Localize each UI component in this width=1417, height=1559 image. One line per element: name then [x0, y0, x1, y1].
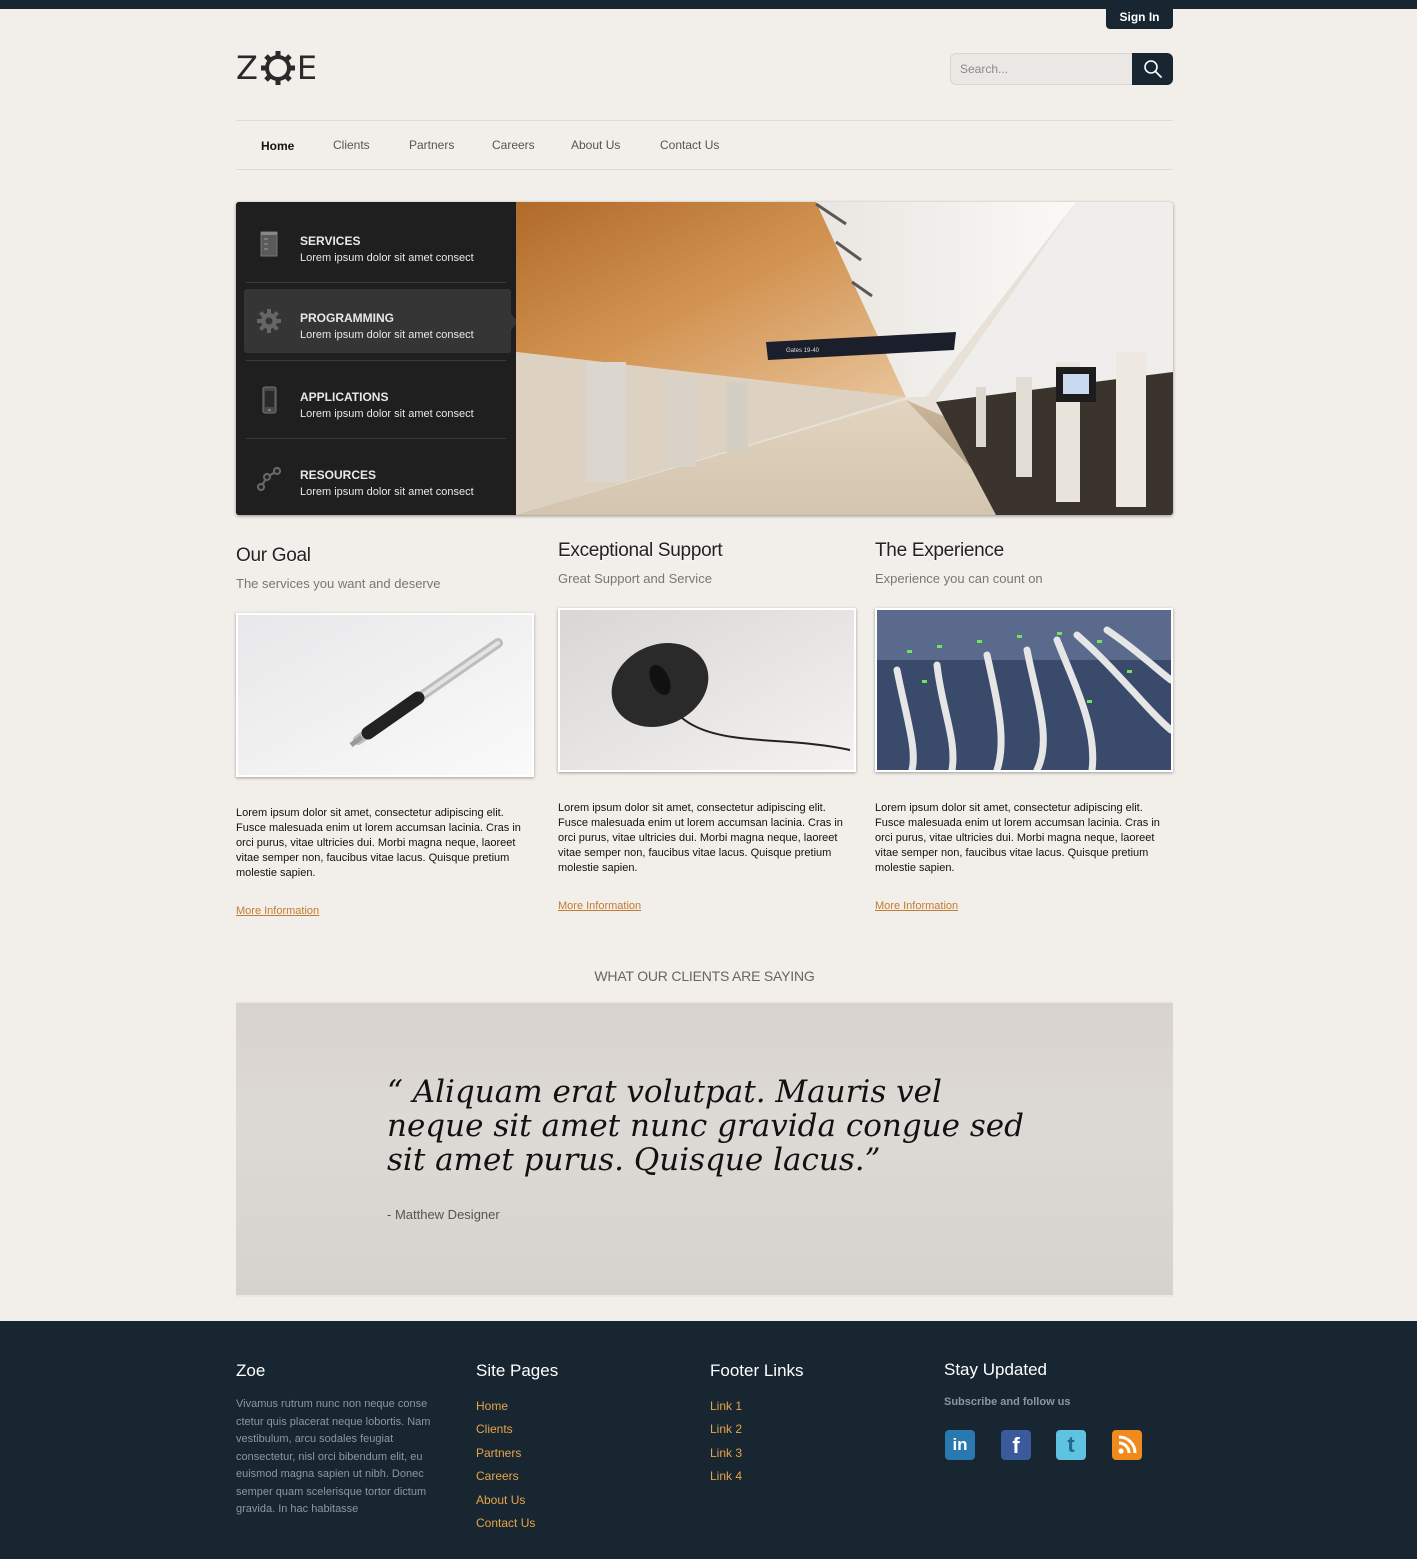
- testimonial-box: “ Aliquam erat volutpat. Mauris vel nequ…: [236, 1001, 1173, 1297]
- pen-photo: [236, 613, 534, 777]
- feature-text: Lorem ipsum dolor sit amet, consectetur …: [236, 807, 521, 879]
- facebook-icon[interactable]: f: [1001, 1430, 1031, 1460]
- linkedin-icon-glyph: in: [952, 1435, 968, 1454]
- footer-stay-updated: Stay Updated Subscribe and follow us in …: [944, 1360, 1173, 1480]
- search-box: [950, 53, 1173, 85]
- slider-item-title: SERVICES: [300, 234, 361, 248]
- footer-links-title: Footer Links: [710, 1361, 804, 1380]
- nav-item-partners[interactable]: Partners: [409, 138, 454, 152]
- footer-link-clients[interactable]: Clients: [476, 1422, 558, 1445]
- footer-stay-updated-title: Stay Updated: [944, 1360, 1048, 1379]
- testimonial-quote: “ Aliquam erat volutpat. Mauris vel nequ…: [387, 1074, 1024, 1178]
- more-information-link[interactable]: More Information: [236, 905, 319, 917]
- twitter-icon[interactable]: t: [1056, 1430, 1086, 1460]
- feature-col-the-experience: The Experience Experience you can count …: [875, 540, 1173, 914]
- more-information-link[interactable]: More Information: [875, 900, 958, 912]
- gear-icon: [257, 309, 281, 333]
- facebook-icon-glyph: f: [1012, 1433, 1020, 1458]
- feature-slider: SERVICES Lorem ipsum dolor sit amet cons…: [236, 202, 1173, 515]
- slider-item-title: RESOURCES: [300, 468, 377, 482]
- slider-item-text: Lorem ipsum dolor sit amet consect: [300, 486, 474, 498]
- footer: Zoe Vivamus rutrum nunc non neque conse …: [0, 1321, 1417, 1559]
- nav-item-careers[interactable]: Careers: [492, 138, 535, 152]
- feature-text: Lorem ipsum dolor sit amet, consectetur …: [875, 802, 1160, 874]
- slider-item-title: APPLICATIONS: [300, 390, 389, 404]
- footer-links: Footer Links Link 1 Link 2 Link 3 Link 4: [710, 1361, 804, 1493]
- nodes-icon: [256, 466, 282, 492]
- footer-about: Zoe Vivamus rutrum nunc non neque conse …: [236, 1361, 451, 1519]
- feature-col-exceptional-support: Exceptional Support Great Support and Se…: [558, 540, 856, 914]
- search-button[interactable]: [1132, 53, 1173, 85]
- slider-item-services[interactable]: SERVICES Lorem ipsum dolor sit amet cons…: [244, 212, 511, 276]
- slider-item-text: Lorem ipsum dolor sit amet consect: [300, 408, 474, 420]
- main-nav: Home Clients Partners Careers About Us C…: [236, 120, 1173, 170]
- logo-letter-e: E: [296, 49, 319, 87]
- footer-link-careers[interactable]: Careers: [476, 1469, 558, 1492]
- nav-item-home[interactable]: Home: [261, 139, 294, 153]
- footer-link-about-us[interactable]: About Us: [476, 1493, 558, 1516]
- more-information-link[interactable]: More Information: [558, 900, 641, 912]
- feature-tagline: The services you want and deserve: [236, 576, 441, 591]
- top-bar: [0, 0, 1417, 9]
- slider-menu: SERVICES Lorem ipsum dolor sit amet cons…: [236, 202, 518, 515]
- network-cables-photo: [875, 608, 1173, 772]
- sign-in-button[interactable]: Sign In: [1106, 7, 1173, 29]
- search-input[interactable]: [950, 53, 1132, 85]
- slider-item-programming[interactable]: PROGRAMMING Lorem ipsum dolor sit amet c…: [244, 289, 511, 353]
- logo-gear-icon: [260, 51, 295, 85]
- nav-item-about-us[interactable]: About Us: [571, 138, 620, 152]
- hero-gate-sign-text: Gates 19-40: [786, 348, 820, 354]
- divider: [246, 360, 506, 361]
- hero-image-airport-terminal: Gates 19-40: [516, 202, 1173, 515]
- slider-item-applications[interactable]: APPLICATIONS Lorem ipsum dolor sit amet …: [244, 368, 511, 432]
- footer-link-1[interactable]: Link 1: [710, 1399, 804, 1422]
- footer-link-home[interactable]: Home: [476, 1399, 558, 1422]
- divider: [246, 282, 506, 283]
- logo[interactable]: Z E: [236, 48, 326, 88]
- search-icon: [1143, 60, 1162, 78]
- rss-icon-glyph: [1118, 1435, 1137, 1454]
- feature-col-our-goal: Our Goal The services you want and deser…: [236, 545, 534, 919]
- slider-item-text: Lorem ipsum dolor sit amet consect: [300, 252, 474, 264]
- nav-item-contact-us[interactable]: Contact Us: [660, 138, 719, 152]
- testimonial-heading: WHAT OUR CLIENTS ARE SAYING: [594, 968, 815, 984]
- feature-title: The Experience: [875, 540, 1004, 561]
- feature-text: Lorem ipsum dolor sit amet, consectetur …: [558, 802, 843, 874]
- feature-tagline: Great Support and Service: [558, 571, 712, 586]
- footer-link-contact-us[interactable]: Contact Us: [476, 1516, 558, 1539]
- nav-item-clients[interactable]: Clients: [333, 138, 370, 152]
- slider-item-title: PROGRAMMING: [300, 311, 394, 325]
- divider: [246, 438, 506, 439]
- footer-about-title: Zoe: [236, 1361, 266, 1380]
- twitter-icon-glyph: t: [1067, 1432, 1075, 1457]
- footer-link-4[interactable]: Link 4: [710, 1469, 804, 1492]
- phone-icon: [262, 386, 277, 414]
- feature-tagline: Experience you can count on: [875, 571, 1043, 586]
- footer-link-2[interactable]: Link 2: [710, 1422, 804, 1445]
- footer-link-partners[interactable]: Partners: [476, 1446, 558, 1469]
- slider-item-resources[interactable]: RESOURCES Lorem ipsum dolor sit amet con…: [244, 446, 511, 510]
- footer-stay-updated-subtitle: Subscribe and follow us: [944, 1396, 1071, 1408]
- beaker-icon: [260, 231, 278, 257]
- feature-title: Exceptional Support: [558, 540, 723, 561]
- linkedin-icon[interactable]: in: [945, 1430, 975, 1460]
- footer-about-text: Vivamus rutrum nunc non neque conse ctet…: [236, 1398, 431, 1515]
- footer-site-pages: Site Pages Home Clients Partners Careers…: [476, 1361, 558, 1539]
- feature-title: Our Goal: [236, 545, 311, 566]
- mouse-photo: [558, 608, 856, 772]
- rss-icon[interactable]: [1112, 1430, 1142, 1460]
- logo-letter-z: Z: [236, 49, 259, 87]
- footer-link-3[interactable]: Link 3: [710, 1446, 804, 1469]
- slider-item-text: Lorem ipsum dolor sit amet consect: [300, 329, 474, 341]
- footer-site-pages-title: Site Pages: [476, 1361, 559, 1380]
- testimonial-author: - Matthew Designer: [387, 1207, 500, 1222]
